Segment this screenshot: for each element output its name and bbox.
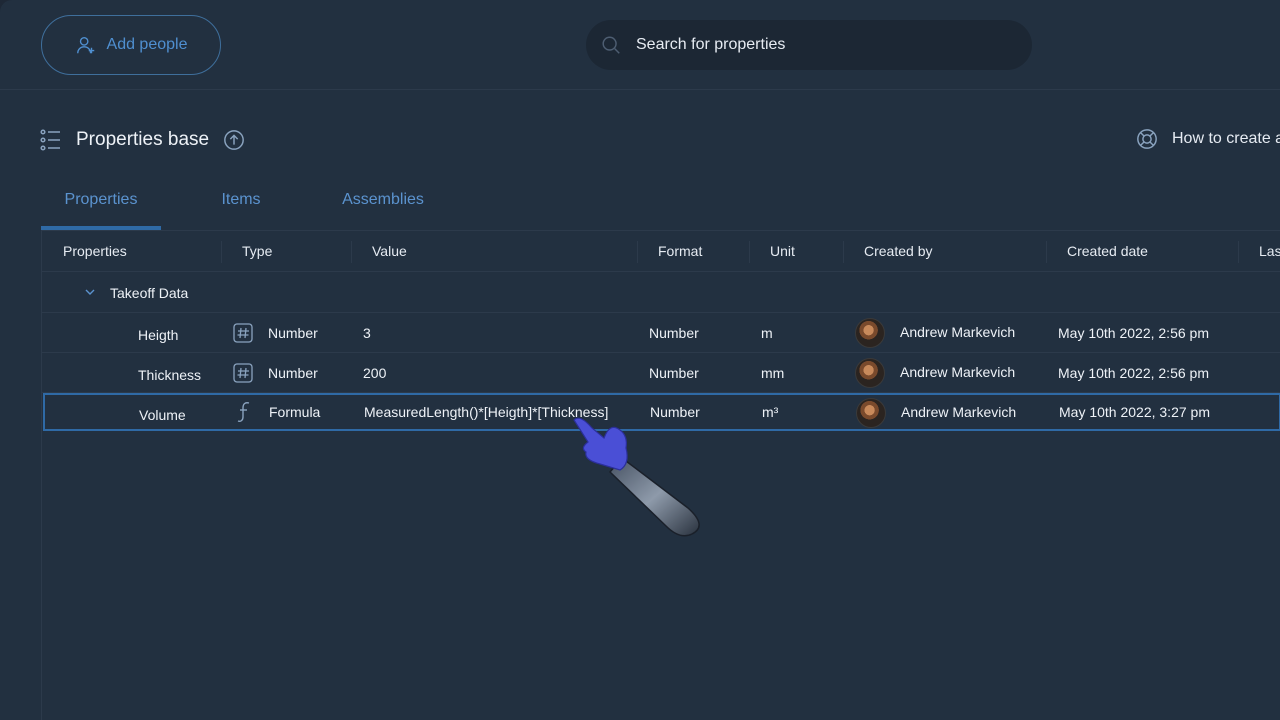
lifebuoy-icon [1137,129,1157,149]
property-value[interactable]: 3 [363,325,371,341]
created-by: Andrew Markevich [900,324,1016,340]
tab-bar: Properties Items Assemblies [41,180,445,230]
add-people-button[interactable]: Add people [41,15,221,75]
column-header-created-date[interactable]: Created date [1067,243,1148,259]
table-row-selected[interactable]: Volume Formula MeasuredLength()*[Heigth]… [43,393,1280,431]
list-icon[interactable] [40,129,62,151]
column-divider[interactable] [843,241,844,263]
search-box [586,20,1032,70]
property-value[interactable]: 200 [363,365,386,381]
property-unit: mm [761,365,785,381]
column-divider[interactable] [749,241,750,263]
app-window: Add people Properties base How to create… [0,0,1280,720]
property-unit: m [761,325,773,341]
column-header-created-by[interactable]: Created by [864,243,932,259]
page-title: Properties base [76,129,210,150]
column-divider[interactable] [221,241,222,263]
help-link-label: How to create a [1172,130,1280,147]
table-row[interactable]: Thickness Number 200 Number mm Andrew Ma… [42,353,1280,393]
chevron-down-icon[interactable] [85,289,95,296]
column-divider[interactable] [351,241,352,263]
column-header-value[interactable]: Value [372,243,407,259]
avatar [855,358,885,388]
group-label: Takeoff Data [110,285,189,301]
tab-label: Properties [64,191,138,208]
property-type: Number [268,365,318,381]
column-header-format[interactable]: Format [658,243,702,259]
add-user-icon [76,36,94,54]
column-header-type[interactable]: Type [242,243,272,259]
tab-items[interactable]: Items [161,180,321,230]
table-row[interactable]: Heigth Number 3 Number m Andrew Markevic… [42,313,1280,353]
property-format: Number [649,325,699,341]
property-format: Number [649,365,699,381]
tab-label: Assemblies [342,191,424,208]
formula-icon [237,402,250,422]
created-by: Andrew Markevich [900,364,1016,380]
property-value[interactable]: MeasuredLength()*[Heigth]*[Thickness] [364,404,608,420]
property-type: Number [268,325,318,341]
column-divider[interactable] [1046,241,1047,263]
property-name: Heigth [138,327,179,343]
property-type: Formula [269,404,321,420]
upload-icon[interactable] [223,129,245,151]
column-header-last[interactable]: Last [1259,243,1280,259]
table-header: Properties Type Value Format Unit Create… [42,231,1280,272]
help-link[interactable]: How to create a [1136,128,1280,150]
tab-assemblies[interactable]: Assemblies [321,180,445,230]
column-divider[interactable] [637,241,638,263]
created-by: Andrew Markevich [901,404,1017,420]
properties-table: Properties Type Value Format Unit Create… [41,230,1280,720]
hash-icon [233,363,253,383]
page-header: Properties base [40,124,245,156]
property-format: Number [650,404,700,420]
created-date: May 10th 2022, 3:27 pm [1059,404,1210,420]
avatar [855,318,885,348]
property-unit: m³ [762,404,779,420]
avatar [856,398,886,428]
created-date: May 10th 2022, 2:56 pm [1058,365,1209,381]
search-input[interactable] [636,36,996,54]
column-header-unit[interactable]: Unit [770,243,795,259]
property-name: Volume [139,407,186,423]
hash-icon [233,323,253,343]
column-divider[interactable] [1238,241,1239,263]
created-date: May 10th 2022, 2:56 pm [1058,325,1209,341]
property-name: Thickness [138,367,202,383]
tab-label: Items [221,191,261,208]
search-icon [602,36,620,54]
add-people-label: Add people [106,36,188,53]
column-header-properties[interactable]: Properties [63,243,127,259]
top-bar: Add people [0,0,1280,90]
group-row-takeoff-data[interactable]: Takeoff Data [42,272,1280,313]
tab-properties[interactable]: Properties [41,180,161,230]
